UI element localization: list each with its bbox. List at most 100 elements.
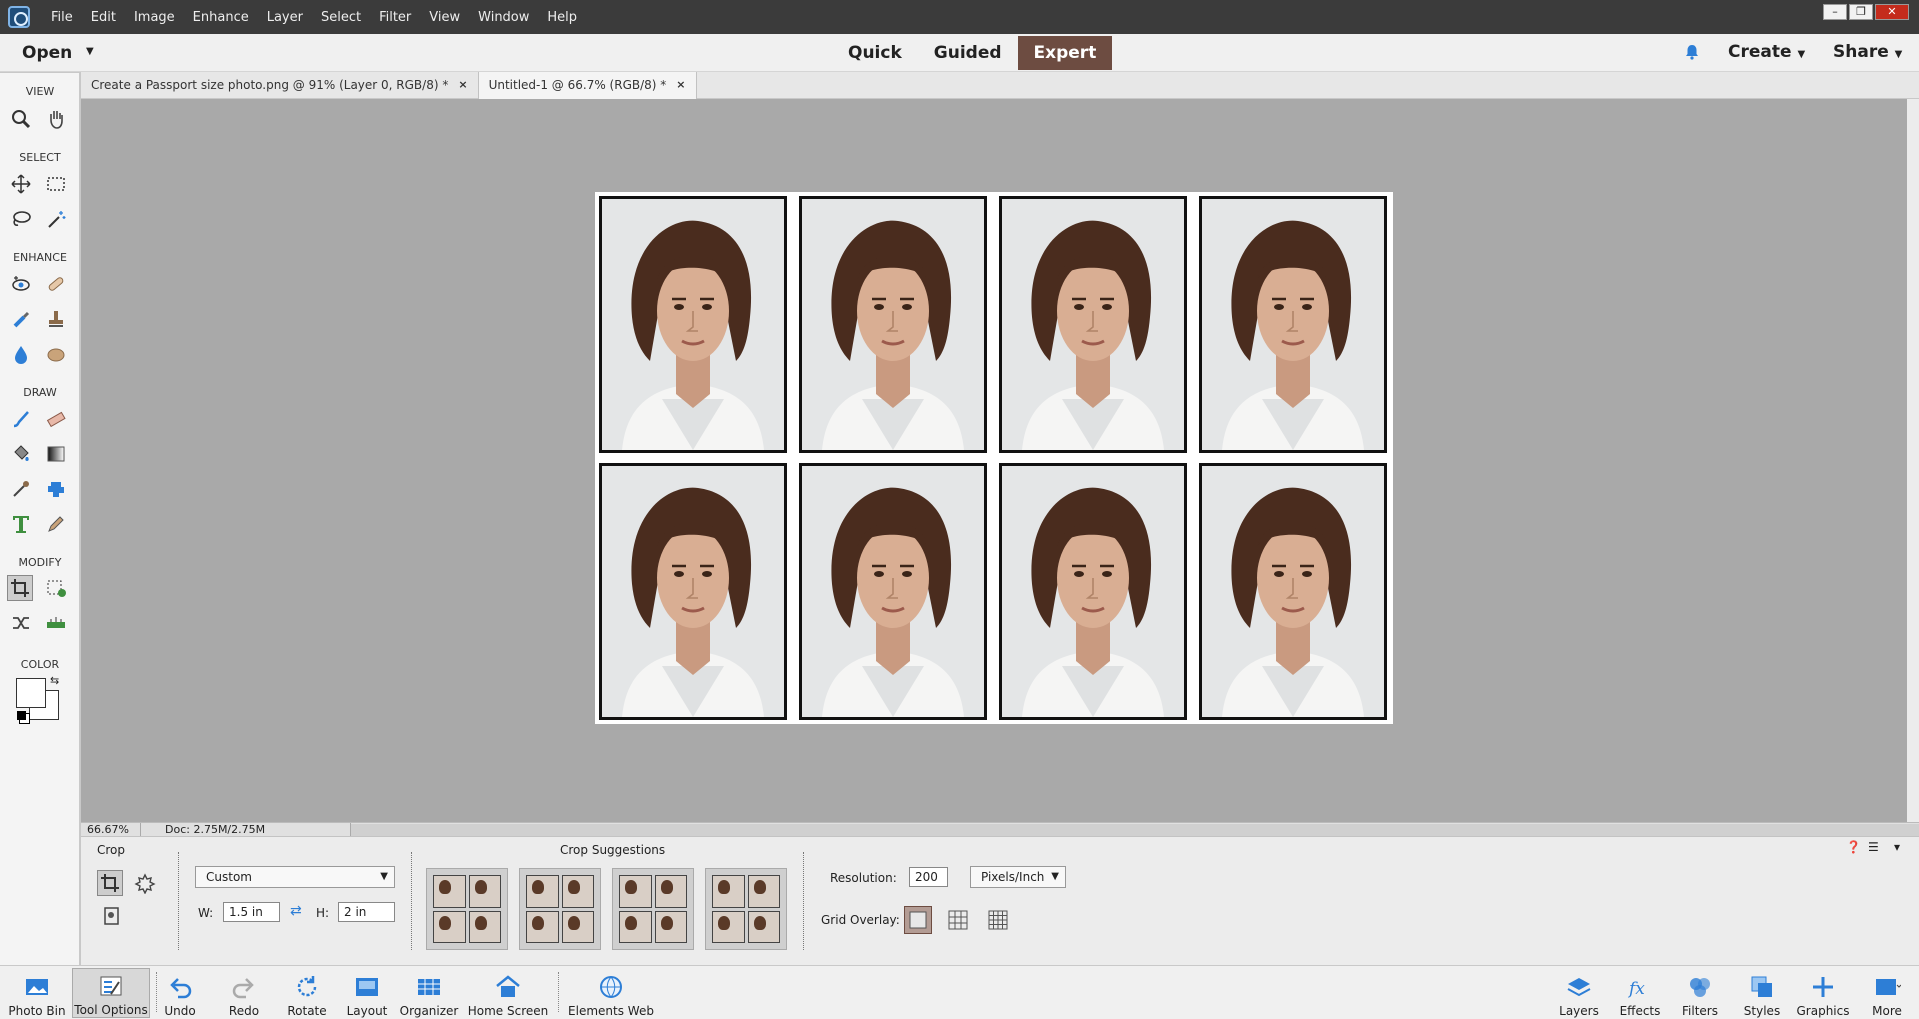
open-button[interactable]: Open — [22, 43, 72, 63]
grid-thirds-icon[interactable] — [944, 906, 972, 934]
open-dropdown-caret-icon[interactable]: ▼ — [86, 46, 94, 57]
gradient-tool-icon[interactable] — [43, 441, 69, 467]
passport-photo — [599, 196, 787, 453]
section-draw: DRAW — [23, 386, 57, 399]
menu-image[interactable]: Image — [125, 10, 184, 25]
lasso-tool-icon[interactable] — [8, 206, 34, 232]
swap-colors-icon[interactable]: ⇆ — [50, 674, 59, 687]
perspective-crop-icon[interactable] — [99, 903, 125, 929]
rotate-button[interactable]: Rotate — [284, 968, 330, 1018]
collapse-panel-icon[interactable]: ▾ — [1894, 840, 1900, 854]
help-icon[interactable]: ❓ — [1846, 840, 1861, 854]
panel-menu-icon[interactable]: ☰ — [1868, 840, 1879, 854]
section-enhance: ENHANCE — [13, 251, 67, 264]
pencil-tool-icon[interactable] — [43, 511, 69, 537]
swap-dimensions-icon[interactable]: ⇄ — [290, 903, 302, 919]
red-eye-tool-icon[interactable] — [8, 271, 34, 297]
top-bar: Open ▼ Quick Guided Expert Create ▼ Shar… — [0, 34, 1919, 72]
tool-options-button[interactable]: Tool Options — [72, 968, 150, 1018]
vertical-scrollbar[interactable] — [1907, 99, 1919, 822]
crop-suggestion-thumb[interactable] — [426, 868, 508, 950]
smart-brush-tool-icon[interactable] — [8, 306, 34, 332]
magic-wand-tool-icon[interactable] — [43, 206, 69, 232]
notification-bell-icon[interactable] — [1684, 44, 1700, 60]
zoom-level-field[interactable]: 66.67% — [81, 823, 141, 836]
mode-expert-tab[interactable]: Expert — [1017, 36, 1113, 70]
photo-bin-button[interactable]: Photo Bin — [8, 968, 66, 1018]
content-aware-move-tool-icon[interactable] — [8, 610, 34, 636]
grid-none-icon[interactable] — [904, 906, 932, 934]
crop-suggestion-thumb[interactable] — [519, 868, 601, 950]
close-tab-icon[interactable]: × — [458, 72, 467, 99]
move-tool-icon[interactable] — [8, 171, 34, 197]
crop-suggestion-thumb[interactable] — [705, 868, 787, 950]
tab-passport-photo[interactable]: Create a Passport size photo.png @ 91% (… — [81, 72, 479, 99]
share-button[interactable]: Share ▼ — [1833, 42, 1902, 62]
eyedropper-tool-icon[interactable] — [8, 476, 34, 502]
effects-panel-button[interactable]: fx Effects — [1618, 968, 1662, 1018]
layers-panel-button[interactable]: Layers — [1557, 968, 1601, 1018]
divider — [558, 972, 559, 1012]
home-screen-button[interactable]: Home Screen — [466, 968, 550, 1018]
zoom-tool-icon[interactable] — [8, 106, 34, 132]
doc-size-info: Doc: 2.75M/2.75M — [141, 823, 351, 836]
paint-bucket-tool-icon[interactable] — [8, 441, 34, 467]
crop-tool-icon[interactable] — [7, 575, 33, 601]
organizer-button[interactable]: Organizer — [400, 968, 458, 1018]
styles-panel-button[interactable]: Styles — [1740, 968, 1784, 1018]
document-canvas[interactable] — [595, 192, 1393, 724]
graphics-panel-button[interactable]: Graphics — [1796, 968, 1850, 1018]
crop-height-input[interactable]: 2 in — [338, 902, 395, 922]
redo-button[interactable]: Redo — [224, 968, 264, 1018]
brush-tool-icon[interactable] — [8, 406, 34, 432]
plus-icon — [1813, 977, 1833, 997]
restore-button[interactable]: ❐ — [1849, 4, 1873, 20]
resolution-input[interactable]: 200 — [909, 867, 948, 887]
default-colors-icon[interactable] — [17, 711, 26, 720]
menu-edit[interactable]: Edit — [82, 10, 125, 25]
close-window-button[interactable]: ✕ — [1875, 4, 1909, 20]
recompose-tool-icon[interactable] — [43, 575, 69, 601]
create-button[interactable]: Create ▼ — [1728, 42, 1805, 62]
clone-stamp-tool-icon[interactable] — [43, 306, 69, 332]
type-tool-icon[interactable] — [8, 511, 34, 537]
menu-file[interactable]: File — [42, 10, 82, 25]
more-panel-button[interactable]: More — [1864, 968, 1910, 1018]
undo-button[interactable]: Undo — [160, 968, 200, 1018]
elements-web-button[interactable]: Elements Web — [568, 968, 654, 1018]
marquee-tool-icon[interactable] — [43, 171, 69, 197]
portrait-image — [802, 466, 984, 717]
horizontal-scrollbar[interactable] — [351, 823, 1919, 836]
menu-enhance[interactable]: Enhance — [184, 10, 258, 25]
hand-tool-icon[interactable] — [43, 106, 69, 132]
menu-window[interactable]: Window — [469, 10, 538, 25]
mode-quick-tab[interactable]: Quick — [832, 36, 918, 70]
menu-help[interactable]: Help — [538, 10, 586, 25]
crop-width-input[interactable]: 1.5 in — [223, 902, 280, 922]
foreground-color-swatch[interactable] — [16, 678, 46, 708]
mode-guided-tab[interactable]: Guided — [918, 36, 1018, 70]
menu-filter[interactable]: Filter — [370, 10, 420, 25]
cookie-cutter-icon[interactable] — [132, 870, 158, 896]
menu-select[interactable]: Select — [312, 10, 370, 25]
layout-button[interactable]: Layout — [344, 968, 390, 1018]
sponge-tool-icon[interactable] — [43, 341, 69, 367]
filters-panel-button[interactable]: Filters — [1678, 968, 1722, 1018]
grid-fine-icon[interactable] — [984, 906, 1012, 934]
minimize-button[interactable]: – — [1823, 4, 1847, 20]
tab-untitled-1[interactable]: Untitled-1 @ 66.7% (RGB/8) * × — [478, 72, 697, 99]
close-tab-icon[interactable]: × — [676, 72, 685, 99]
eraser-tool-icon[interactable] — [43, 406, 69, 432]
menu-layer[interactable]: Layer — [258, 10, 312, 25]
blur-tool-icon[interactable] — [8, 341, 34, 367]
crop-suggestion-thumb[interactable] — [612, 868, 694, 950]
healing-brush-tool-icon[interactable] — [43, 271, 69, 297]
crop-preset-select[interactable]: Custom ▼ — [195, 866, 395, 888]
straighten-tool-icon[interactable] — [43, 610, 69, 636]
create-label: Create — [1728, 42, 1792, 62]
crop-mode-icon[interactable] — [97, 870, 123, 896]
canvas-area[interactable] — [81, 99, 1907, 822]
resolution-unit-select[interactable]: Pixels/Inch ▼ — [970, 866, 1066, 888]
menu-view[interactable]: View — [420, 10, 469, 25]
custom-shape-tool-icon[interactable] — [43, 476, 69, 502]
